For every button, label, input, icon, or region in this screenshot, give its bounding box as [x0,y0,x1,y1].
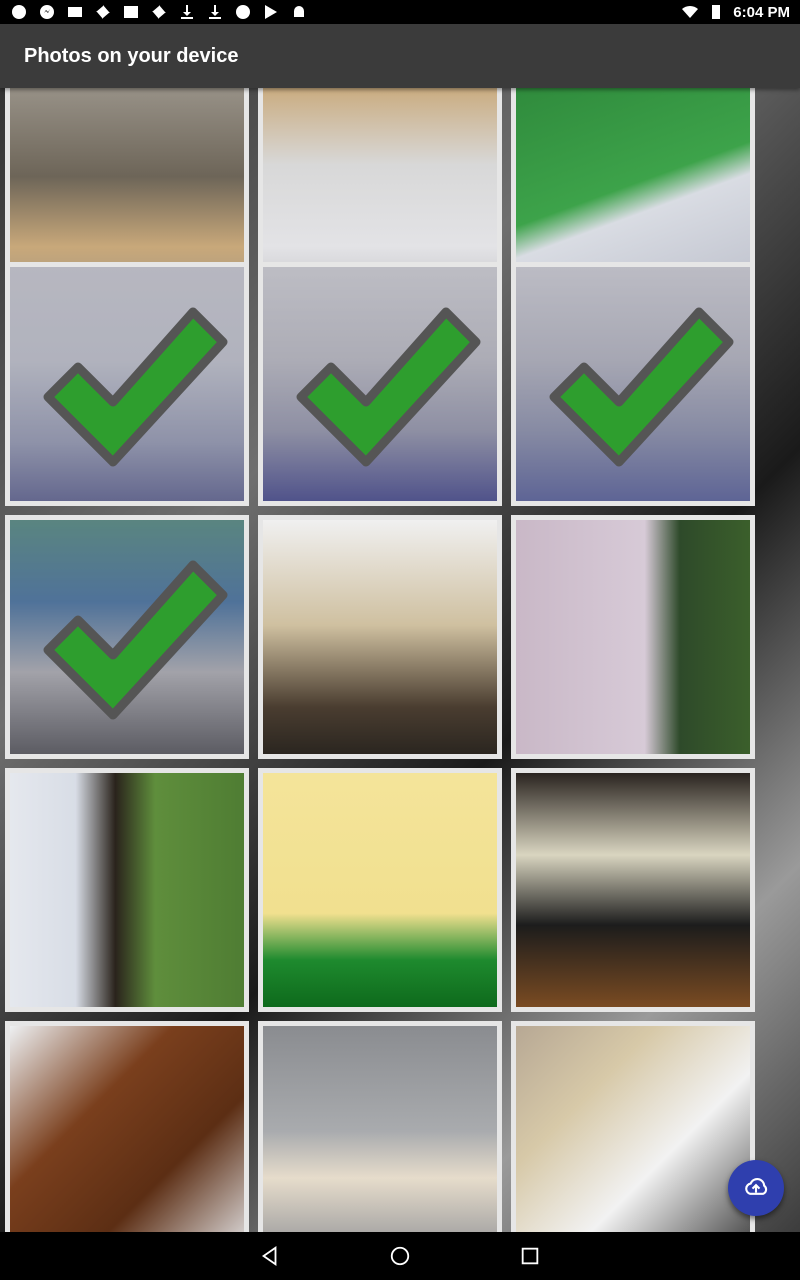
messenger-icon [10,4,28,20]
photo-image [516,1026,750,1232]
home-icon [390,1246,410,1266]
back-button[interactable] [255,1241,285,1271]
system-status-icons: 6:04 PM [681,4,790,21]
photo-image [263,1026,497,1232]
back-icon [261,1246,277,1266]
battery-charging-icon [707,4,725,20]
mail-icon [66,4,84,20]
photo-thumbnail[interactable] [5,515,249,759]
photo-image [263,773,497,1007]
navigation-bar [0,1232,800,1280]
status-bar: 6:04 PM [0,0,800,24]
photo-image [10,773,244,1007]
photo-thumbnail[interactable] [511,768,755,1012]
circle-icon [234,4,252,20]
photo-thumbnail[interactable] [5,262,249,506]
photo-thumbnail[interactable] [511,1021,755,1232]
photo-grid[interactable] [0,88,800,1232]
checkmark-icon [43,307,228,467]
cloud-upload-icon [745,1178,768,1195]
recents-button[interactable] [515,1241,545,1271]
checkmark-icon [296,307,481,467]
home-button[interactable] [385,1241,415,1271]
photo-thumbnail[interactable] [258,262,502,506]
image-icon [122,4,140,20]
upload-fab-button[interactable] [728,1160,784,1216]
pinwheel-icon [150,4,168,20]
photo-thumbnail[interactable] [258,515,502,759]
download-icon [178,4,196,20]
photo-thumbnail[interactable] [511,262,755,506]
photo-image [516,773,750,1007]
checkmark-icon [549,307,734,467]
photo-image [263,520,497,754]
photo-thumbnail[interactable] [258,768,502,1012]
app-bar: Photos on your device [0,24,800,88]
checkmark-icon [43,560,228,720]
recents-icon [521,1247,539,1265]
photo-thumbnail[interactable] [258,1021,502,1232]
download-icon [206,4,224,20]
photo-image [10,1026,244,1232]
page-title: Photos on your device [24,44,239,67]
photo-thumbnail[interactable] [5,768,249,1012]
notification-icons [10,4,308,20]
status-clock: 6:04 PM [733,3,790,21]
wifi-icon [681,4,699,20]
play-store-icon [262,4,280,20]
android-icon [290,4,308,20]
photo-image [516,520,750,754]
pinwheel-icon [94,4,112,20]
photo-thumbnail[interactable] [5,1021,249,1232]
messenger-alt-icon [38,4,56,20]
photo-thumbnail[interactable] [511,515,755,759]
